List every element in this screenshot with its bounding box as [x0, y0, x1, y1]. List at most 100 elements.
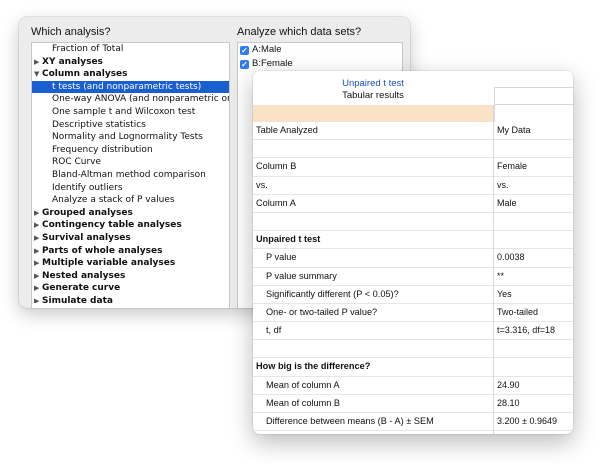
- table-row: Significantly different (P < 0.05)? Yes: [253, 286, 573, 304]
- table-row: [253, 213, 573, 232]
- tree-group[interactable]: ▶ Generate curve: [32, 282, 229, 295]
- tree-item-label: Descriptive statistics: [52, 119, 146, 130]
- row-value: 0.0038: [497, 252, 525, 263]
- tree-item[interactable]: Analyze a stack of P values: [32, 194, 229, 207]
- row-value: Female: [497, 161, 528, 172]
- disclosure-open-icon[interactable]: ▼: [34, 68, 39, 81]
- header-value-cell: [494, 87, 573, 105]
- dataset-label: B:Female: [252, 58, 293, 69]
- tree-item-label: Parts of whole analyses: [42, 245, 163, 256]
- tree-item-label: Contingency table analyses: [42, 220, 182, 231]
- tree-item-label: One-way ANOVA (and nonparametric or mixe…: [52, 94, 230, 105]
- table-row: Unpaired t test: [253, 231, 573, 250]
- tree-item-label: One sample t and Wilcoxon test: [52, 106, 196, 117]
- results-table: Table Analyzed My Data Column B Female vs. vs…: [253, 122, 573, 434]
- disclosure-closed-icon[interactable]: ▶: [34, 245, 39, 258]
- disclosure-closed-icon[interactable]: ▶: [34, 56, 39, 69]
- tree-item[interactable]: Frequency distribution: [32, 144, 229, 157]
- row-value: vs.: [497, 179, 509, 190]
- tree-item-label: Multiple variable analyses: [42, 258, 176, 269]
- table-row: Table Analyzed My Data: [253, 122, 573, 141]
- row-label: P value: [266, 252, 297, 263]
- tree-item[interactable]: t tests (and nonparametric tests): [32, 80, 229, 94]
- row-value: t=3.316, df=18: [497, 325, 556, 336]
- row-label: Column B: [256, 161, 297, 172]
- row-label: One- or two-tailed P value?: [266, 306, 378, 317]
- row-value: My Data: [497, 125, 531, 135]
- row-label: t, df: [266, 325, 282, 336]
- disclosure-closed-icon[interactable]: ▶: [34, 232, 39, 245]
- tree-item[interactable]: Descriptive statistics: [32, 119, 229, 132]
- checkbox-checked-icon[interactable]: ✓: [240, 45, 249, 55]
- disclosure-closed-icon[interactable]: ▶: [34, 295, 39, 303]
- table-row: P value summary **: [253, 268, 573, 286]
- results-subtitle: Tabular results: [342, 90, 404, 101]
- tree-item-label: Fraction of Total: [52, 44, 124, 54]
- row-value: 28.10: [497, 397, 520, 408]
- row-value: 3.200 ± 0.9649: [497, 416, 557, 426]
- tree-item[interactable]: Fraction of Total: [32, 43, 229, 56]
- tree-item-label: t tests (and nonparametric tests): [52, 81, 202, 92]
- tree-item[interactable]: ROC Curve: [32, 156, 229, 169]
- row-label: Significantly different (P < 0.05)?: [266, 288, 399, 299]
- table-row: 95% confidence interval 1.173 to 5.227: [253, 431, 573, 434]
- row-label: vs.: [256, 179, 268, 190]
- tree-item[interactable]: Identify outliers: [32, 182, 229, 195]
- tree-item-label: Column analyses: [42, 69, 128, 80]
- results-title: Unpaired t test: [342, 78, 404, 89]
- row-label: Column A: [256, 197, 296, 208]
- tree-item-label: Frequency distribution: [52, 144, 153, 155]
- tree-group[interactable]: ▶ Simulate data: [32, 295, 229, 303]
- tree-group[interactable]: ▶ Multiple variable analyses: [32, 257, 229, 270]
- table-row: One- or two-tailed P value? Two-tailed: [253, 304, 573, 323]
- tree-group[interactable]: ▼ Column analyses: [32, 68, 229, 81]
- row-label: Table Analyzed: [256, 125, 318, 135]
- row-label: Mean of column A: [266, 379, 340, 390]
- disclosure-closed-icon[interactable]: ▶: [34, 207, 39, 220]
- results-window: Unpaired t test Tabular results Table An…: [253, 71, 573, 434]
- which-datasets-label: Analyze which data sets?: [237, 26, 362, 38]
- table-row: Column B Female: [253, 158, 573, 177]
- tree-item-label: Simulate data: [42, 295, 113, 303]
- tree-item[interactable]: Bland-Altman method comparison: [32, 169, 229, 182]
- disclosure-closed-icon[interactable]: ▶: [34, 219, 39, 232]
- tree-item-label: Normality and Lognormality Tests: [52, 132, 203, 143]
- disclosure-closed-icon[interactable]: ▶: [34, 257, 39, 270]
- row-label: P value summary: [266, 270, 337, 281]
- tree-item[interactable]: Normality and Lognormality Tests: [32, 131, 229, 144]
- header-band-value: [494, 105, 573, 122]
- tree-group[interactable]: ▶ Nested analyses: [32, 270, 229, 283]
- tree-item-label: Bland-Altman method comparison: [52, 169, 206, 180]
- analysis-tree[interactable]: Fraction of Total ▶ XY analyses ▼ Column ana…: [31, 42, 230, 308]
- tree-group[interactable]: ▶ Contingency table analyses: [32, 219, 229, 232]
- tree-group[interactable]: ▶ Survival analyses: [32, 232, 229, 245]
- tree-item-label: Identify outliers: [52, 182, 123, 193]
- tree-item[interactable]: One sample t and Wilcoxon test: [32, 106, 229, 119]
- tree-group[interactable]: ▶ Parts of whole analyses: [32, 245, 229, 258]
- header-band: [253, 105, 493, 122]
- tree-item-label: Survival analyses: [42, 232, 131, 243]
- tree-item-label: Grouped analyses: [42, 207, 133, 218]
- dataset-item[interactable]: ✓ B:Female: [238, 57, 402, 71]
- row-value: 24.90: [497, 379, 520, 390]
- row-label: 95% confidence interval: [266, 431, 364, 434]
- row-value: 1.173 to 5.227: [497, 431, 555, 434]
- table-row: vs. vs.: [253, 177, 573, 195]
- column-divider: [493, 105, 494, 434]
- checkbox-checked-icon[interactable]: ✓: [240, 59, 249, 69]
- tree-item-label: Nested analyses: [42, 270, 126, 281]
- section-heading: Unpaired t test: [256, 234, 321, 245]
- tree-group[interactable]: ▶ XY analyses: [32, 56, 229, 69]
- table-row: [253, 340, 573, 359]
- tree-item-label: XY analyses: [42, 56, 103, 67]
- table-row: Mean of column B 28.10: [253, 395, 573, 413]
- tree-group[interactable]: ▶ Grouped analyses: [32, 207, 229, 220]
- table-row: How big is the difference?: [253, 358, 573, 377]
- disclosure-closed-icon[interactable]: ▶: [34, 270, 39, 283]
- dataset-item[interactable]: ✓ A:Male: [238, 43, 402, 57]
- section-heading: How big is the difference?: [256, 361, 371, 372]
- disclosure-closed-icon[interactable]: ▶: [34, 282, 39, 295]
- tree-item[interactable]: One-way ANOVA (and nonparametric or mixe…: [32, 93, 229, 106]
- row-label: Difference between means (B - A) ± SEM: [266, 416, 434, 426]
- dataset-label: A:Male: [252, 44, 282, 55]
